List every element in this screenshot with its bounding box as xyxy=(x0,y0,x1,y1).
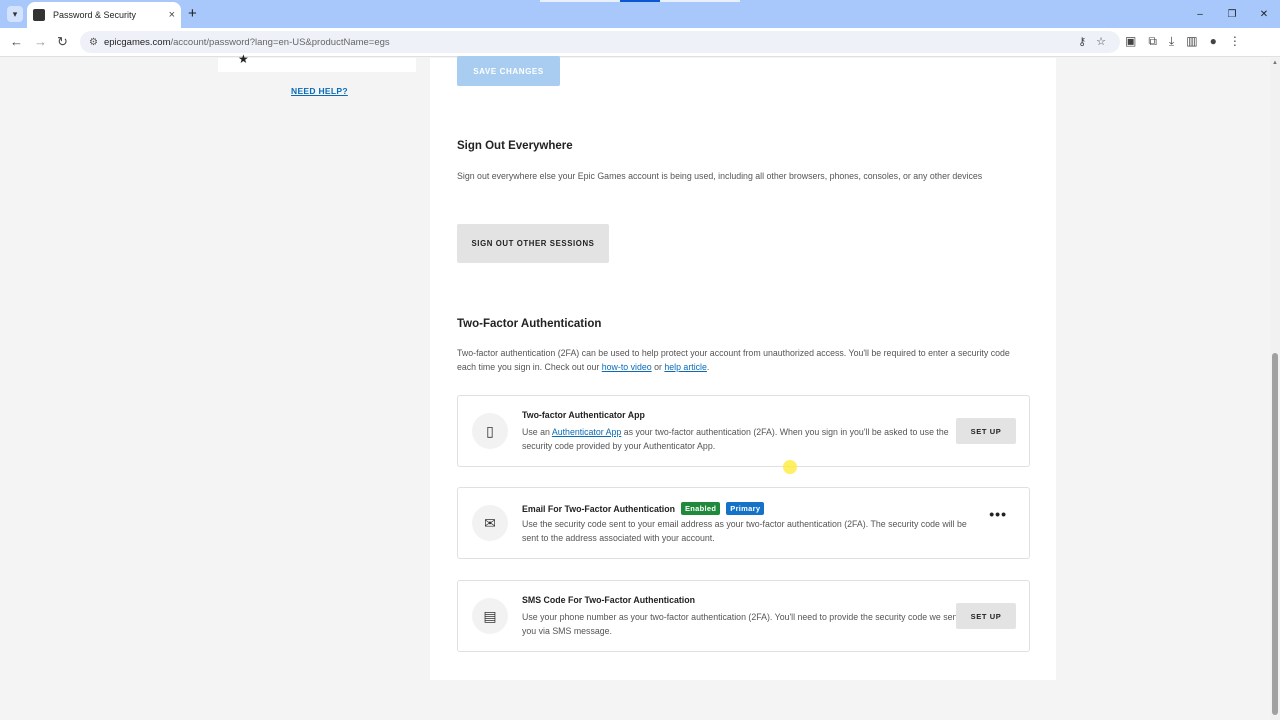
extensions-icon[interactable]: ⧉ xyxy=(1148,34,1157,49)
loading-indicator xyxy=(540,0,740,2)
new-tab-button[interactable]: + xyxy=(188,5,197,22)
scroll-up-icon[interactable]: ▲ xyxy=(1272,60,1278,66)
minimize-button[interactable]: – xyxy=(1184,0,1216,28)
mfa-title: Email For Two-Factor Authentication Enab… xyxy=(522,502,765,515)
need-help-link[interactable]: NEED HELP? xyxy=(291,86,348,96)
page-scrollbar[interactable]: ▲ xyxy=(1270,58,1280,720)
menu-kebab-icon[interactable]: ⋮ xyxy=(1229,34,1241,49)
mfa-description: Use an Authenticator App as your two-fac… xyxy=(522,427,949,451)
mfa-title: Two-factor Authenticator App xyxy=(522,410,645,420)
scroll-thumb[interactable] xyxy=(1272,353,1278,715)
window-controls: – ❐ ✕ xyxy=(1184,0,1280,28)
tab-title: Password & Security xyxy=(53,10,137,20)
tab-close-icon[interactable]: × xyxy=(169,9,175,21)
mfa-card-sms: ▤ SMS Code For Two-Factor Authentication… xyxy=(457,580,1030,652)
sign-out-description: Sign out everywhere else your Epic Games… xyxy=(457,171,983,181)
sign-out-sessions-button[interactable]: SIGN OUT OTHER SESSIONS xyxy=(457,224,609,263)
url-text: epicgames.com/account/password?lang=en-U… xyxy=(103,36,390,48)
sms-icon: ▤ xyxy=(472,598,508,634)
phone-icon: ▯ xyxy=(472,413,508,449)
close-window-button[interactable]: ✕ xyxy=(1248,0,1280,28)
sign-out-title: Sign Out Everywhere xyxy=(457,140,573,152)
more-options-icon[interactable]: ••• xyxy=(989,506,1007,522)
security-content-panel: SAVE CHANGES Sign Out Everywhere Sign ou… xyxy=(430,56,1056,680)
mfa-description: Use the security code sent to your email… xyxy=(522,519,967,543)
two-factor-title: Two-Factor Authentication xyxy=(457,318,602,330)
epic-favicon-icon xyxy=(33,9,45,21)
save-changes-button[interactable]: SAVE CHANGES xyxy=(457,56,560,86)
authenticator-app-link[interactable]: Authenticator App xyxy=(552,427,621,437)
mfa-title: SMS Code For Two-Factor Authentication xyxy=(522,595,695,605)
page-body: ★ NEED HELP? SAVE CHANGES Sign Out Every… xyxy=(0,52,1270,720)
browser-toolbar: ← → ↻ ⚙ epicgames.com/account/password?l… xyxy=(0,28,1280,57)
profile-avatar-icon[interactable]: ● xyxy=(1210,34,1217,49)
site-info-icon[interactable]: ⚙ xyxy=(89,37,98,48)
two-factor-description: Two-factor authentication (2FA) can be u… xyxy=(457,348,1010,372)
sidebar-nav-card: ★ xyxy=(218,52,416,72)
how-to-video-link[interactable]: how-to video xyxy=(602,362,652,372)
envelope-icon: ✉ xyxy=(472,505,508,541)
back-icon[interactable]: ← xyxy=(10,34,23,49)
help-article-link[interactable]: help article xyxy=(664,362,707,372)
browser-tab-bar: ▾ Password & Security × + – ❐ ✕ xyxy=(0,0,1280,28)
cast-icon[interactable]: ▣ xyxy=(1125,34,1136,49)
enabled-badge: Enabled xyxy=(680,502,721,515)
sidebar-item-icon: ★ xyxy=(238,52,249,66)
authenticator-setup-button[interactable]: SET UP xyxy=(956,418,1016,444)
download-icon[interactable]: ⤓ xyxy=(1169,34,1174,49)
mfa-card-authenticator: ▯ Two-factor Authenticator App Use an Au… xyxy=(457,395,1030,467)
mfa-card-email: ✉ Email For Two-Factor Authentication En… xyxy=(457,487,1030,559)
reload-icon[interactable]: ↻ xyxy=(57,34,68,50)
forward-icon[interactable]: → xyxy=(34,34,47,49)
mfa-description: Use your phone number as your two-factor… xyxy=(522,612,963,636)
password-key-icon[interactable]: ⚷ xyxy=(1078,35,1086,48)
restore-button[interactable]: ❐ xyxy=(1216,0,1248,28)
sms-setup-button[interactable]: SET UP xyxy=(956,603,1016,629)
browser-tab-active[interactable]: Password & Security × xyxy=(27,2,181,28)
mouse-cursor-highlight xyxy=(783,460,797,474)
bookmark-star-icon[interactable]: ☆ xyxy=(1096,35,1106,48)
sidepanel-icon[interactable]: ▥ xyxy=(1186,34,1197,49)
address-bar[interactable]: ⚙ epicgames.com/account/password?lang=en… xyxy=(80,31,1120,53)
tab-search-button[interactable]: ▾ xyxy=(7,6,23,22)
primary-badge: Primary xyxy=(726,502,765,515)
